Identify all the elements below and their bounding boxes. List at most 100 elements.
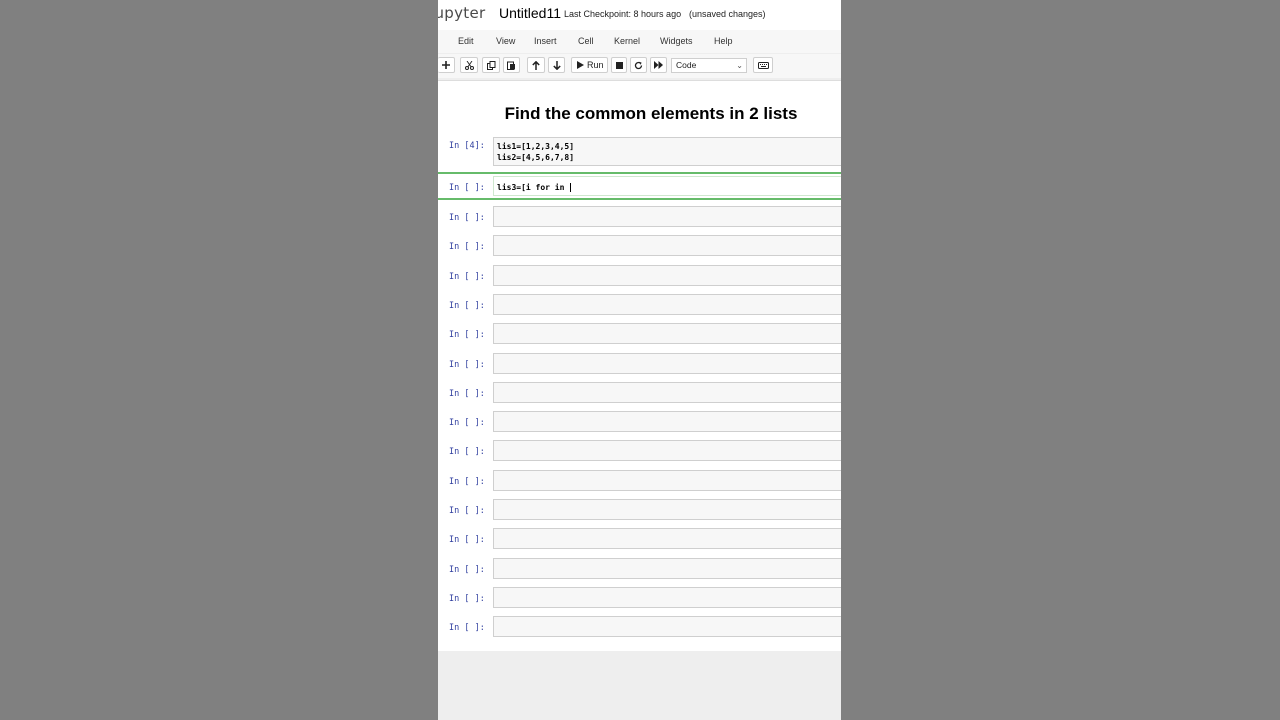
run-label: Run (587, 60, 604, 70)
code-cell-11[interactable]: In [ ]: (438, 440, 841, 462)
restart-button[interactable] (630, 57, 647, 73)
interrupt-button[interactable] (611, 57, 627, 73)
code-cell-16[interactable]: In [ ]: (438, 587, 841, 609)
code-input[interactable] (493, 411, 841, 432)
code-cell-14[interactable]: In [ ]: (438, 528, 841, 550)
jupyter-logo[interactable]: jupyter (438, 4, 485, 22)
code-input[interactable] (493, 528, 841, 549)
cell-prompt: In [ ]: (449, 330, 485, 340)
cell-prompt: In [ ]: (449, 272, 485, 282)
code-input-active[interactable]: lis3=[i for in (493, 176, 841, 196)
code-line: lis1=[1,2,3,4,5] (494, 138, 841, 152)
notebook-container: Find the common elements in 2 lists In [… (438, 80, 841, 651)
cut-button[interactable] (460, 57, 478, 73)
code-cell-4[interactable]: In [ ]: (438, 235, 841, 257)
code-cell-17[interactable]: In [ ]: (438, 616, 841, 638)
menu-widgets[interactable]: Widgets (660, 36, 693, 46)
cell-prompt: In [ ]: (449, 506, 485, 516)
cell-type-value: Code (676, 60, 697, 70)
code-input[interactable] (493, 587, 841, 608)
code-cell-8[interactable]: In [ ]: (438, 353, 841, 375)
code-input[interactable] (493, 323, 841, 344)
command-palette-button[interactable] (753, 57, 773, 73)
unsaved-indicator: (unsaved changes) (689, 9, 766, 19)
menu-insert[interactable]: Insert (534, 36, 557, 46)
cell-prompt: In [ ]: (449, 594, 485, 604)
fast-forward-icon (654, 61, 663, 69)
code-cell-12[interactable]: In [ ]: (438, 470, 841, 492)
code-text: lis1=[1,2,3,4,5] (497, 142, 575, 151)
code-input[interactable]: lis1=[1,2,3,4,5] lis2=[4,5,6,7,8] (493, 137, 841, 166)
code-cell-1[interactable]: In [4]: lis1=[1,2,3,4,5] lis2=[4,5,6,7,8… (438, 137, 841, 170)
menu-bar: Edit View Insert Cell Kernel Widgets Hel… (438, 30, 841, 53)
play-icon (577, 61, 584, 69)
move-up-button[interactable] (527, 57, 545, 73)
code-text: lis3=[i for in (497, 183, 570, 192)
code-line: lis2=[4,5,6,7,8] (494, 152, 841, 163)
code-text: lis2=[4,5,6,7,8] (497, 153, 575, 162)
notebook-name[interactable]: Untitled11 (499, 5, 561, 21)
move-down-button[interactable] (548, 57, 565, 73)
paste-button[interactable] (503, 57, 520, 73)
run-button[interactable]: Run (571, 57, 608, 73)
code-input[interactable] (493, 499, 841, 520)
copy-button[interactable] (482, 57, 500, 73)
code-cell-7[interactable]: In [ ]: (438, 323, 841, 345)
cell-prompt: In [ ]: (449, 535, 485, 545)
header: jupyter Untitled11 Last Checkpoint: 8 ho… (438, 0, 841, 30)
cell-prompt: In [ ]: (449, 183, 485, 193)
code-input[interactable] (493, 265, 841, 286)
text-cursor (570, 183, 572, 192)
code-input[interactable] (493, 206, 841, 227)
code-cell-10[interactable]: In [ ]: (438, 411, 841, 433)
insert-cell-button[interactable] (438, 57, 455, 73)
code-input[interactable] (493, 353, 841, 374)
code-input[interactable] (493, 558, 841, 579)
menu-kernel[interactable]: Kernel (614, 36, 640, 46)
code-input[interactable] (493, 235, 841, 256)
cell-prompt: In [ ]: (449, 360, 485, 370)
checkpoint-status: Last Checkpoint: 8 hours ago (564, 9, 682, 19)
code-input[interactable] (493, 440, 841, 461)
chevron-down-icon: ⌄ (736, 61, 743, 70)
plus-icon (442, 61, 450, 69)
restart-icon (634, 61, 643, 69)
stop-icon (615, 61, 623, 69)
markdown-heading[interactable]: Find the common elements in 2 lists (438, 104, 841, 124)
code-cell-2[interactable]: In [ ]: lis3=[i for in (438, 176, 841, 198)
code-input[interactable] (493, 470, 841, 491)
code-input[interactable] (493, 294, 841, 315)
notebook-window: jupyter Untitled11 Last Checkpoint: 8 ho… (438, 0, 841, 720)
menu-cell[interactable]: Cell (578, 36, 594, 46)
code-line: lis3=[i for in (494, 177, 841, 193)
cell-prompt: In [ ]: (449, 389, 485, 399)
cell-prompt: In [4]: (449, 141, 485, 151)
cell-prompt: In [ ]: (449, 447, 485, 457)
code-cell-15[interactable]: In [ ]: (438, 558, 841, 580)
code-cell-3[interactable]: In [ ]: (438, 206, 841, 228)
code-cell-9[interactable]: In [ ]: (438, 382, 841, 404)
scissors-icon (464, 60, 474, 70)
cell-prompt: In [ ]: (449, 418, 485, 428)
cell-prompt: In [ ]: (449, 477, 485, 487)
cell-prompt: In [ ]: (449, 301, 485, 311)
code-cell-6[interactable]: In [ ]: (438, 294, 841, 316)
code-cell-5[interactable]: In [ ]: (438, 265, 841, 287)
copy-icon (486, 60, 495, 70)
cell-prompt: In [ ]: (449, 623, 485, 633)
cell-prompt: In [ ]: (449, 242, 485, 252)
cell-prompt: In [ ]: (449, 565, 485, 575)
code-input[interactable] (493, 616, 841, 637)
code-cell-13[interactable]: In [ ]: (438, 499, 841, 521)
menu-view[interactable]: View (496, 36, 515, 46)
keyboard-icon (757, 61, 769, 69)
arrow-down-icon (552, 60, 561, 70)
menu-edit[interactable]: Edit (458, 36, 474, 46)
toolbar: Run Code ⌄ (438, 54, 841, 78)
code-input[interactable] (493, 382, 841, 403)
cell-prompt: In [ ]: (449, 213, 485, 223)
menu-help[interactable]: Help (714, 36, 733, 46)
paste-icon (507, 61, 515, 70)
restart-run-all-button[interactable] (650, 57, 667, 73)
cell-type-select[interactable]: Code ⌄ (671, 58, 747, 73)
